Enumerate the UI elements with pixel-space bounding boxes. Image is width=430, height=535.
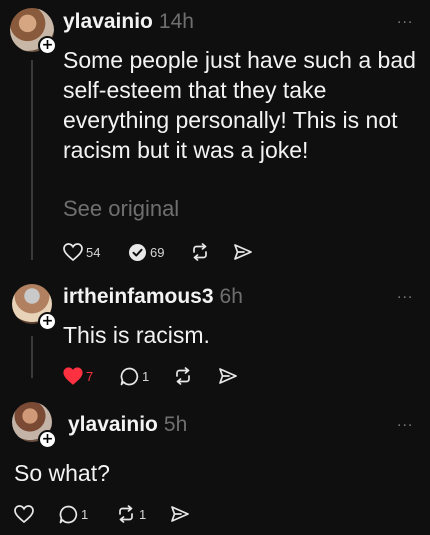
heart-icon (63, 243, 83, 261)
timestamp: 6h (219, 285, 243, 308)
post-author[interactable]: irtheinfamous3 6h (63, 285, 243, 309)
heart-icon (63, 367, 83, 385)
comment-count: 69 (150, 245, 165, 260)
more-options-icon[interactable]: ... (397, 413, 413, 431)
follow-plus-icon[interactable]: + (38, 312, 57, 331)
post-author[interactable]: ylavainio 5h (68, 413, 187, 437)
post-author[interactable]: ylavainio 14h (63, 10, 194, 34)
like-count: 7 (86, 368, 94, 384)
share-icon (234, 244, 252, 260)
comment-button[interactable]: 1 (120, 367, 149, 386)
comment-count: 1 (142, 369, 150, 384)
more-options-icon[interactable]: ... (397, 285, 413, 303)
repost-button[interactable] (173, 367, 193, 385)
post-text: So what? (14, 460, 110, 486)
follow-plus-icon[interactable]: + (38, 36, 57, 55)
username[interactable]: ylavainio (68, 413, 158, 436)
like-button[interactable] (14, 505, 34, 523)
heart-icon (14, 505, 34, 523)
repost-icon (119, 505, 133, 523)
thread-line (31, 60, 33, 260)
repost-icon (193, 243, 207, 261)
thread-line (31, 336, 33, 378)
comment-icon (129, 244, 146, 261)
post-text: This is racism. (63, 322, 210, 348)
share-button[interactable] (233, 243, 253, 261)
share-icon (171, 506, 189, 522)
share-icon (219, 368, 237, 384)
like-count: 54 (86, 244, 101, 260)
comment-icon (120, 367, 139, 386)
repost-button[interactable]: 1 (116, 505, 146, 523)
see-original-link[interactable]: See original (63, 196, 179, 222)
repost-button[interactable] (190, 243, 210, 261)
username[interactable]: irtheinfamous3 (63, 285, 214, 308)
follow-plus-icon[interactable]: + (38, 430, 57, 449)
comment-count: 1 (81, 507, 89, 522)
repost-count: 1 (139, 506, 147, 522)
timestamp: 5h (163, 413, 188, 436)
timestamp: 14h (158, 10, 194, 33)
more-options-icon[interactable]: ... (397, 10, 413, 28)
comment-icon (59, 505, 78, 524)
repost-icon (176, 367, 190, 385)
share-button[interactable] (170, 505, 190, 523)
post-text: Some people just have such a bad self-es… (63, 47, 416, 163)
comment-button[interactable]: 69 (128, 243, 164, 262)
share-button[interactable] (218, 367, 238, 385)
like-button[interactable]: 7 (63, 367, 93, 385)
comment-button[interactable]: 1 (59, 505, 88, 524)
like-button[interactable]: 54 (63, 243, 100, 261)
username[interactable]: ylavainio (63, 10, 153, 33)
